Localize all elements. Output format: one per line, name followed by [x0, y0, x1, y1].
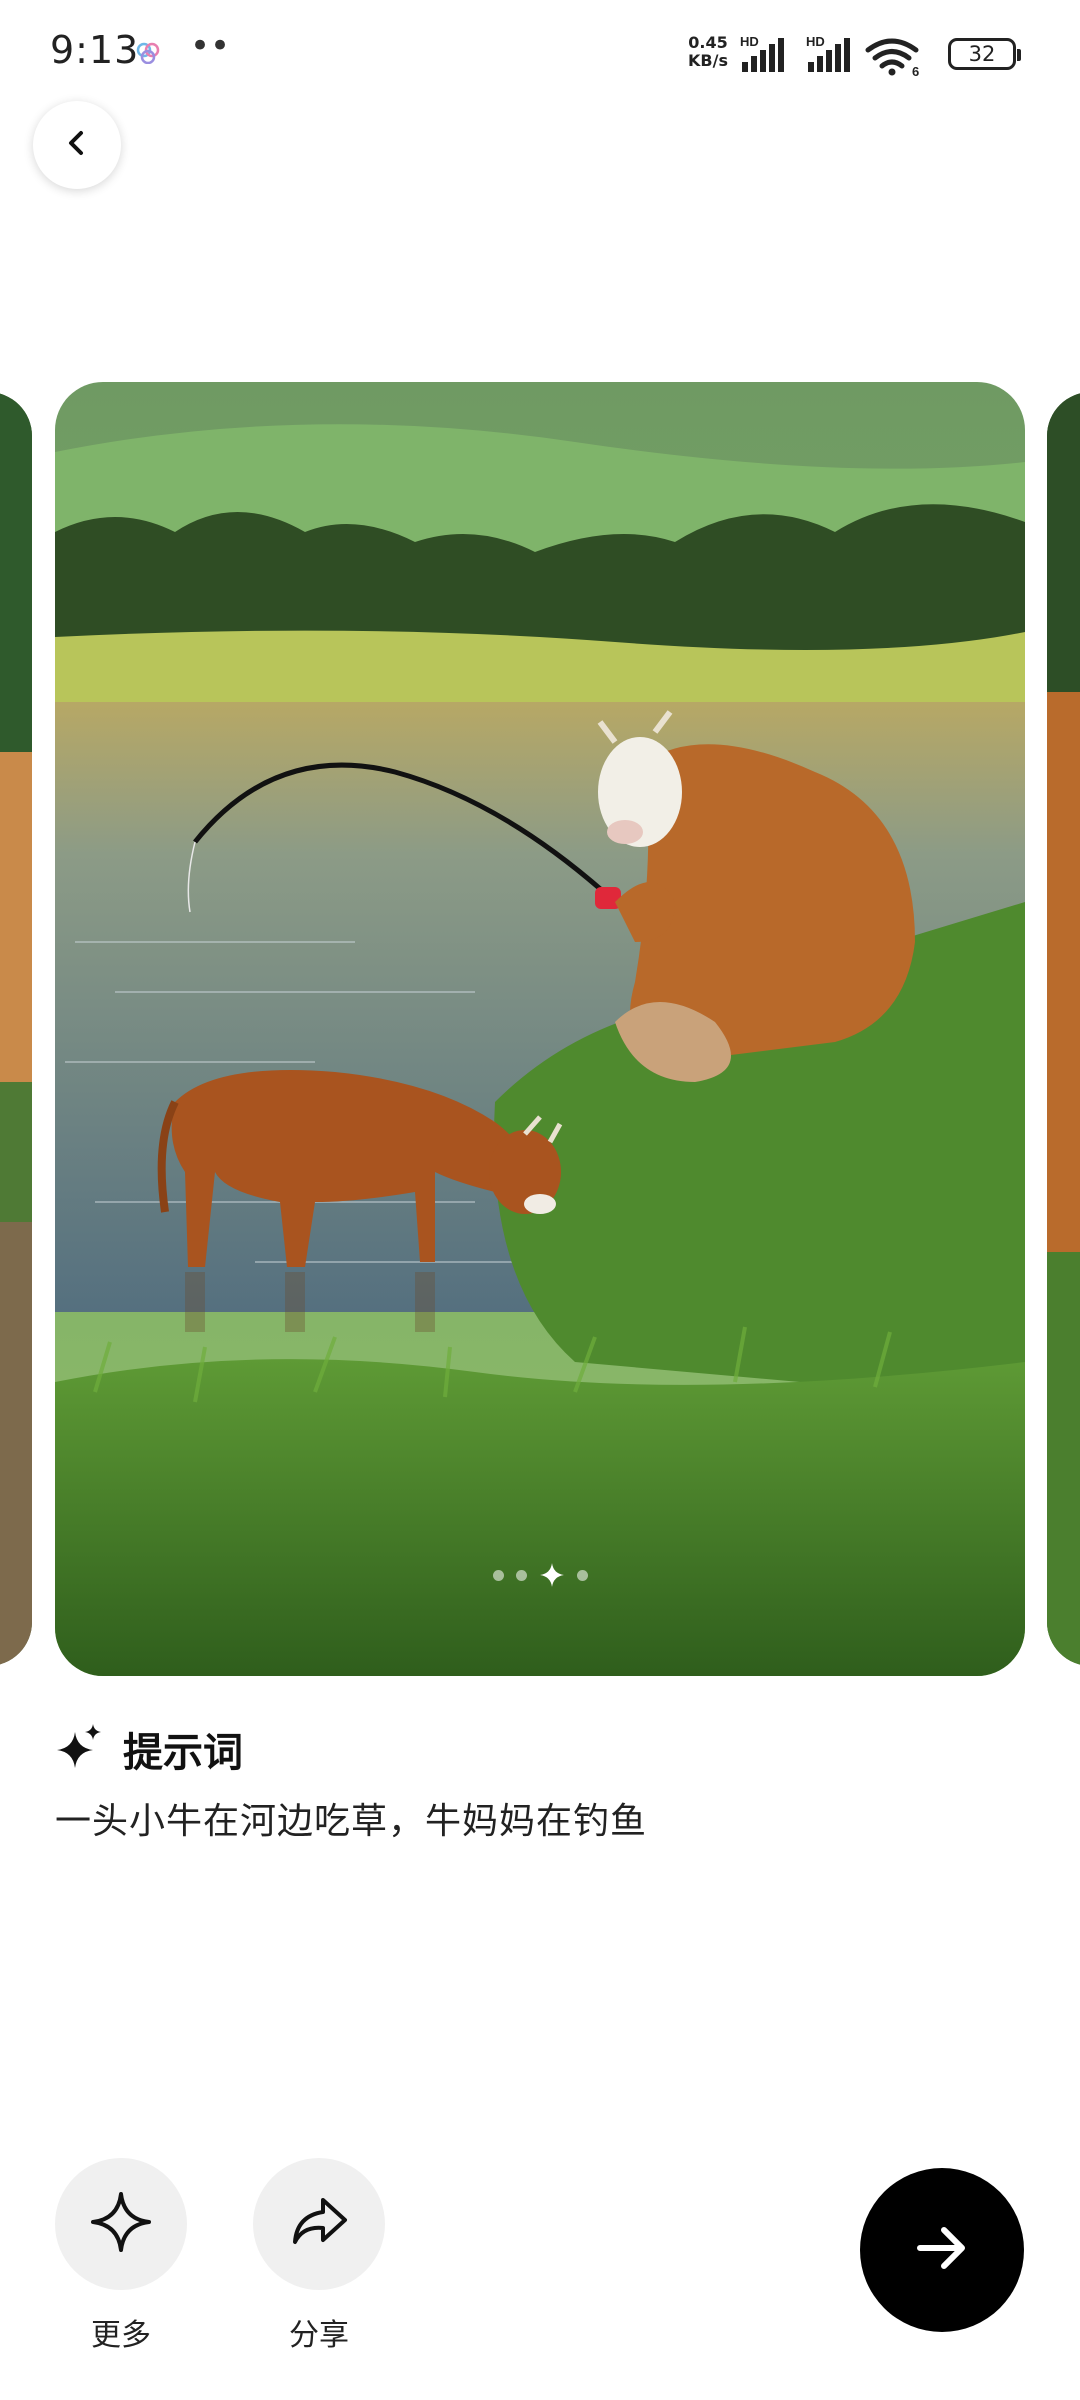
back-button[interactable]: [33, 101, 121, 189]
status-time: 9:13: [50, 28, 140, 72]
more-button[interactable]: [55, 2158, 187, 2290]
network-speed: 0.45 KB/s: [680, 34, 736, 70]
share-label: 分享: [289, 2318, 349, 2353]
page-dot: [515, 1569, 527, 1581]
generated-image[interactable]: [55, 382, 1025, 1676]
next-image-card[interactable]: [1047, 392, 1080, 1666]
share-arrow-icon: [287, 2190, 351, 2258]
signal-2-hd-label: HD: [806, 34, 825, 49]
page-dot: [576, 1569, 588, 1581]
network-speed-unit: KB/s: [688, 51, 728, 70]
wifi-6-label: 6: [912, 64, 919, 78]
previous-image-card[interactable]: [0, 392, 32, 1666]
next-button[interactable]: [860, 2168, 1024, 2332]
carousel-page-indicator: [55, 1560, 1025, 1590]
more-label: 更多: [91, 2318, 151, 2353]
status-bar: 9:13 •• 0.45 KB/s HD HD 6 32: [0, 0, 1080, 110]
network-speed-value: 0.45: [688, 33, 728, 52]
signal-wifi-icons: HD HD 6: [740, 34, 919, 78]
sparkle-icon: [55, 1722, 105, 1776]
page-dot-active-sparkle-icon: [539, 1562, 565, 1588]
prompt-section: 提示词 一头小牛在河边吃草，牛妈妈在钓鱼: [55, 1720, 1025, 1844]
image-cow-fishing-scene: [55, 382, 1025, 1676]
page-dot: [492, 1569, 504, 1581]
share-action[interactable]: 分享: [253, 2158, 385, 2354]
wifi-icon: [865, 38, 919, 69]
app-notification-icon: [136, 42, 160, 68]
four-point-star-icon: [89, 2190, 153, 2258]
chevron-left-icon: [62, 128, 92, 162]
prompt-text: 一头小牛在河边吃草，牛妈妈在钓鱼: [55, 1801, 648, 1842]
status-more-dots: ••: [190, 26, 231, 66]
prompt-header: 提示词: [55, 1720, 1025, 1778]
share-button[interactable]: [253, 2158, 385, 2290]
image-carousel[interactable]: [0, 382, 1080, 1676]
prompt-title: 提示词: [123, 1730, 243, 1776]
more-action[interactable]: 更多: [55, 2158, 187, 2354]
arrow-right-icon: [912, 2218, 972, 2282]
battery-indicator: 32: [948, 38, 1021, 70]
signal-1-hd-label: HD: [740, 34, 759, 49]
